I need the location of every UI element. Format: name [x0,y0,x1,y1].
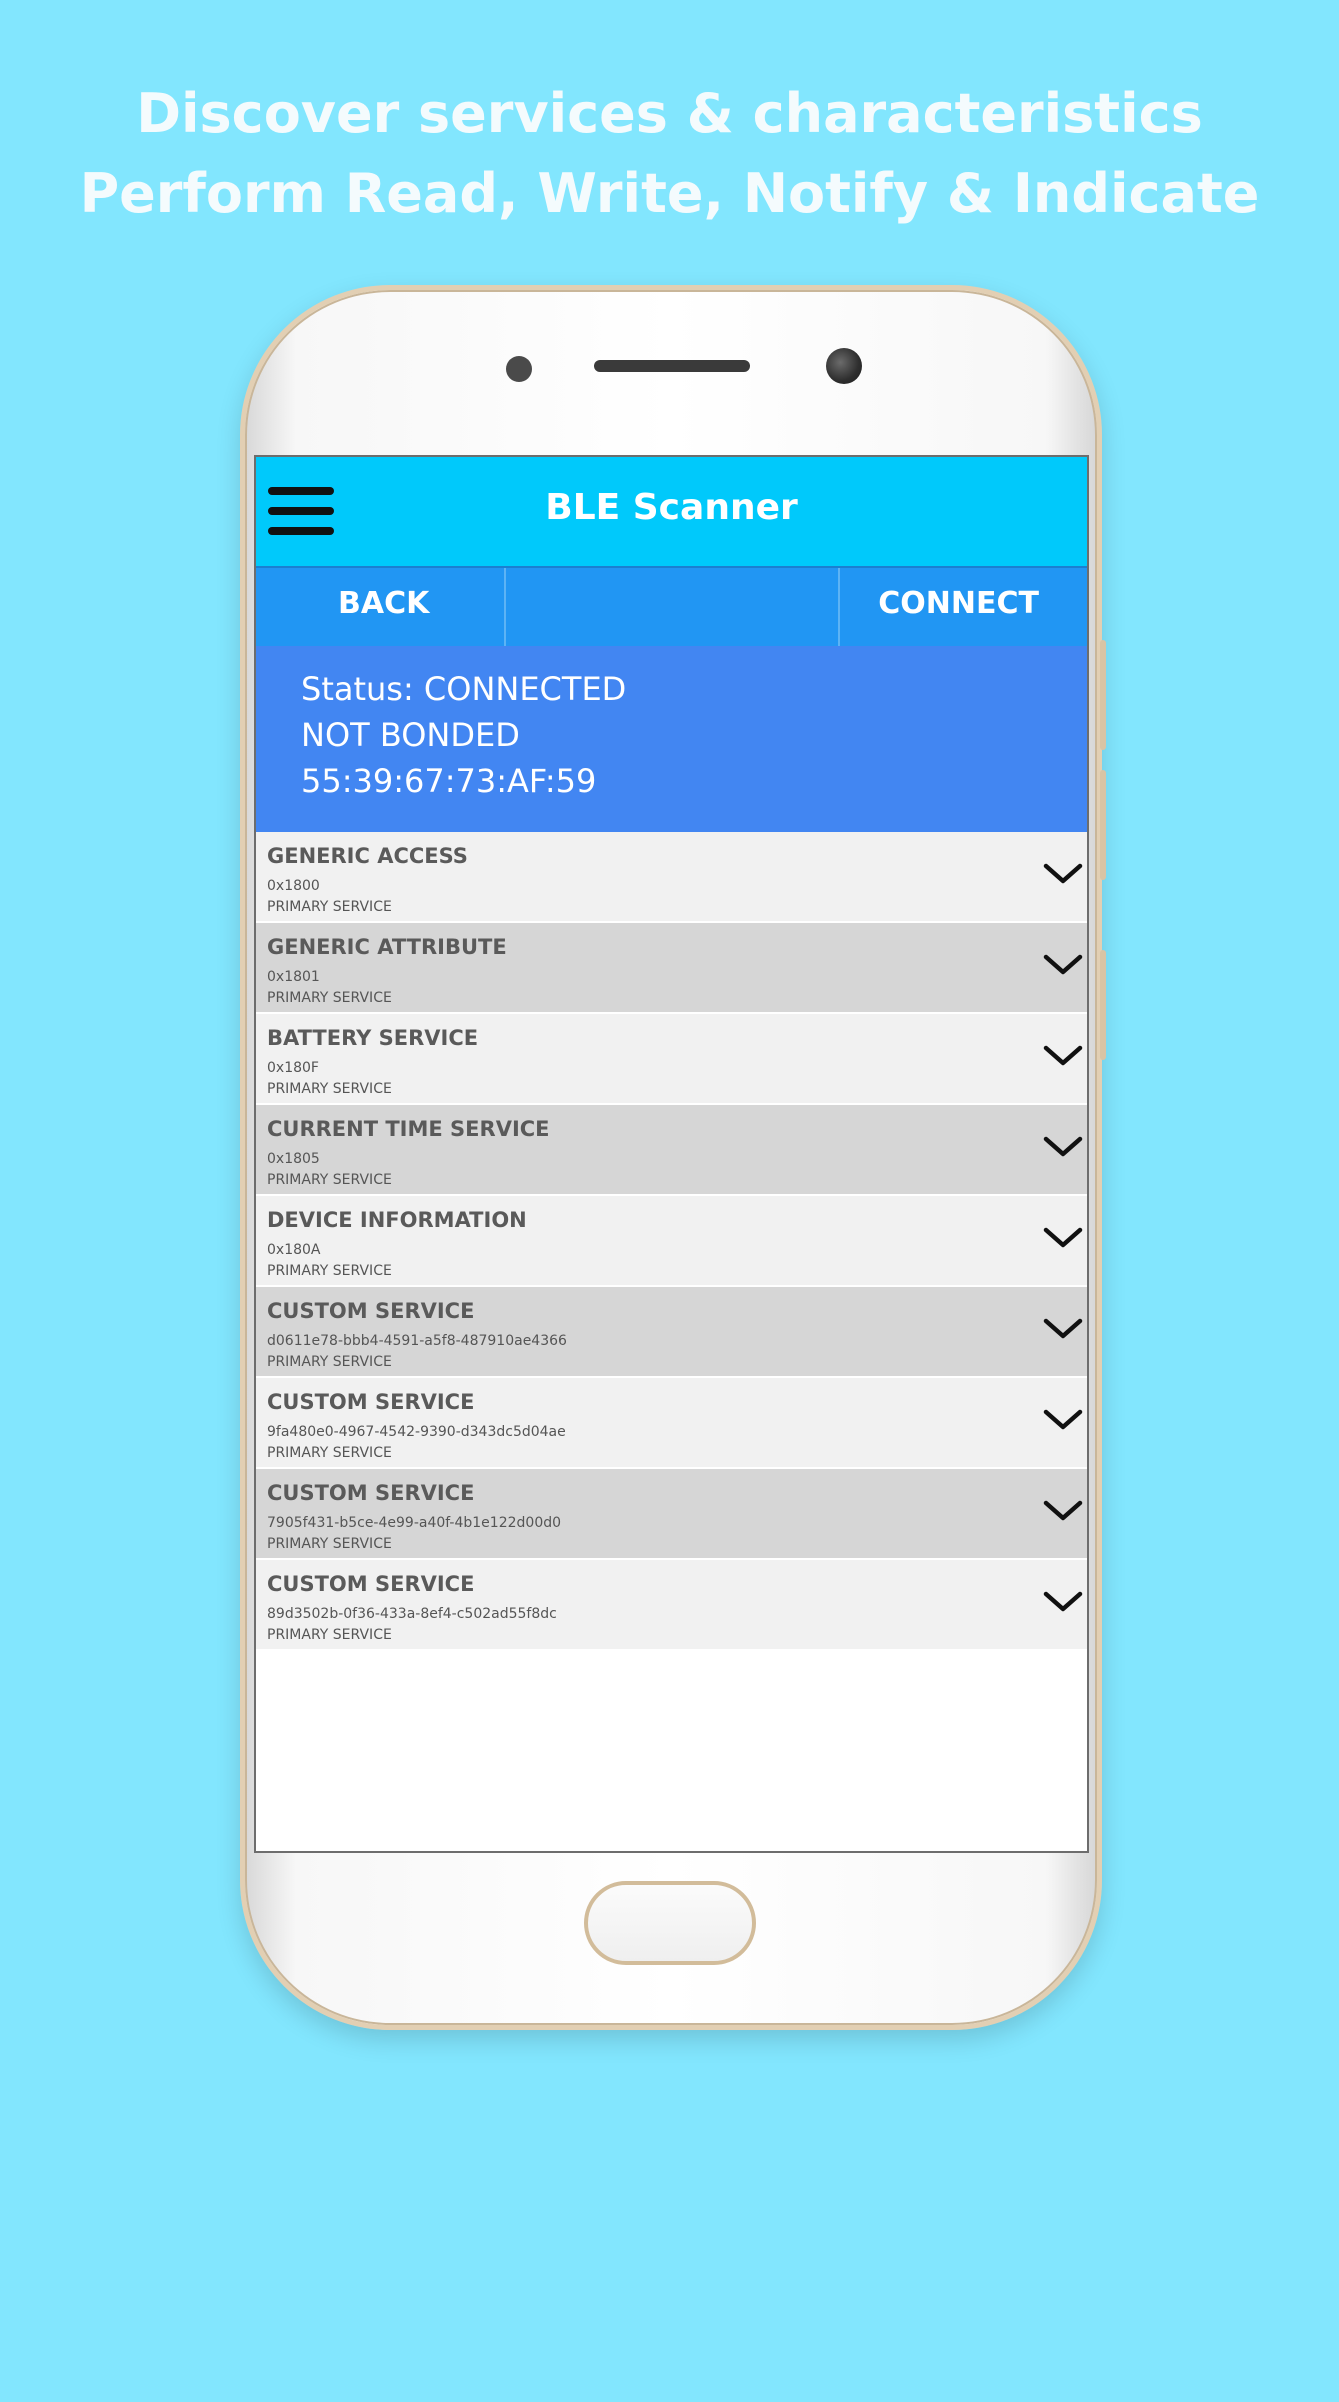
chevron-down-icon[interactable] [1043,1590,1083,1614]
service-row[interactable]: CUSTOM SERVICE 7905f431-b5ce-4e99-a40f-4b… [256,1469,1087,1560]
service-row[interactable]: CUSTOM SERVICE d0611e78-bbb4-4591-a5f8-48… [256,1287,1087,1378]
action-divider [838,568,840,648]
service-name: GENERIC ACCESS [267,844,468,868]
chevron-down-icon[interactable] [1043,862,1083,886]
status-panel: Status: CONNECTED NOT BONDED 55:39:67:73… [256,646,1087,832]
power-button [1100,950,1106,1060]
app-bar: BLE Scanner [256,457,1087,566]
chevron-down-icon[interactable] [1043,1408,1083,1432]
action-divider [504,568,506,648]
back-button[interactable]: BACK [338,586,429,621]
service-uuid: 0x1800 [267,878,320,894]
service-name: CUSTOM SERVICE [267,1572,475,1596]
service-name: BATTERY SERVICE [267,1026,479,1050]
service-row[interactable]: CURRENT TIME SERVICE 0x1805 PRIMARY SERVIC… [256,1105,1087,1196]
chevron-down-icon[interactable] [1043,1044,1083,1068]
chevron-down-icon[interactable] [1043,1317,1083,1341]
service-name: GENERIC ATTRIBUTE [267,935,507,959]
promo-headline-1: Discover services & characteristics [136,82,1203,145]
service-name: CURRENT TIME SERVICE [267,1117,550,1141]
service-row[interactable]: CUSTOM SERVICE 89d3502b-0f36-433a-8ef4-c5… [256,1560,1087,1651]
service-name: CUSTOM SERVICE [267,1299,475,1323]
connect-button[interactable]: CONNECT [878,586,1039,621]
app-screen: BLE Scanner BACK CONNECT Status: CONNECT… [254,455,1089,1853]
service-type: PRIMARY SERVICE [267,1445,392,1461]
chevron-down-icon[interactable] [1043,1135,1083,1159]
service-type: PRIMARY SERVICE [267,1172,392,1188]
service-uuid: 89d3502b-0f36-433a-8ef4-c502ad55f8dc [267,1606,557,1622]
home-button[interactable] [584,1881,756,1965]
service-uuid: 0x180F [267,1060,319,1076]
promo-headline-2: Perform Read, Write, Notify & Indicate [79,162,1260,225]
service-uuid: 0x1801 [267,969,320,985]
service-list: GENERIC ACCESS 0x1800 PRIMARY SERVICE GENER… [256,832,1087,1651]
service-row[interactable]: GENERIC ACCESS 0x1800 PRIMARY SERVICE [256,832,1087,923]
service-type: PRIMARY SERVICE [267,899,392,915]
service-name: DEVICE INFORMATION [267,1208,527,1232]
proximity-sensor [506,356,532,382]
service-row[interactable]: CUSTOM SERVICE 9fa480e0-4967-4542-9390-d3… [256,1378,1087,1469]
service-uuid: 7905f431-b5ce-4e99-a40f-4b1e122d00d0 [267,1515,562,1531]
bond-status: NOT BONDED [301,716,520,754]
chevron-down-icon[interactable] [1043,1499,1083,1523]
app-title: BLE Scanner [545,487,798,528]
service-uuid: 0x1805 [267,1151,320,1167]
volume-up-button [1100,640,1106,750]
service-row[interactable]: GENERIC ATTRIBUTE 0x1801 PRIMARY SERVICE [256,923,1087,1014]
service-uuid: d0611e78-bbb4-4591-a5f8-487910ae4366 [267,1333,567,1349]
service-row[interactable]: BATTERY SERVICE 0x180F PRIMARY SERVICE [256,1014,1087,1105]
service-name: CUSTOM SERVICE [267,1390,475,1414]
front-camera [826,348,862,384]
service-type: PRIMARY SERVICE [267,1627,392,1643]
chevron-down-icon[interactable] [1043,953,1083,977]
service-row[interactable]: DEVICE INFORMATION 0x180A PRIMARY SERVICE [256,1196,1087,1287]
service-name: CUSTOM SERVICE [267,1481,475,1505]
service-type: PRIMARY SERVICE [267,1263,392,1279]
service-uuid: 0x180A [267,1242,321,1258]
action-bar: BACK CONNECT [256,566,1087,648]
service-uuid: 9fa480e0-4967-4542-9390-d343dc5d04ae [267,1424,566,1440]
volume-down-button [1100,770,1106,880]
service-type: PRIMARY SERVICE [267,1354,392,1370]
service-type: PRIMARY SERVICE [267,1536,392,1552]
connection-status: Status: CONNECTED [301,670,627,708]
device-address: 55:39:67:73:AF:59 [301,762,597,800]
service-type: PRIMARY SERVICE [267,1081,392,1097]
service-type: PRIMARY SERVICE [267,990,392,1006]
earpiece-speaker [594,360,750,372]
chevron-down-icon[interactable] [1043,1226,1083,1250]
